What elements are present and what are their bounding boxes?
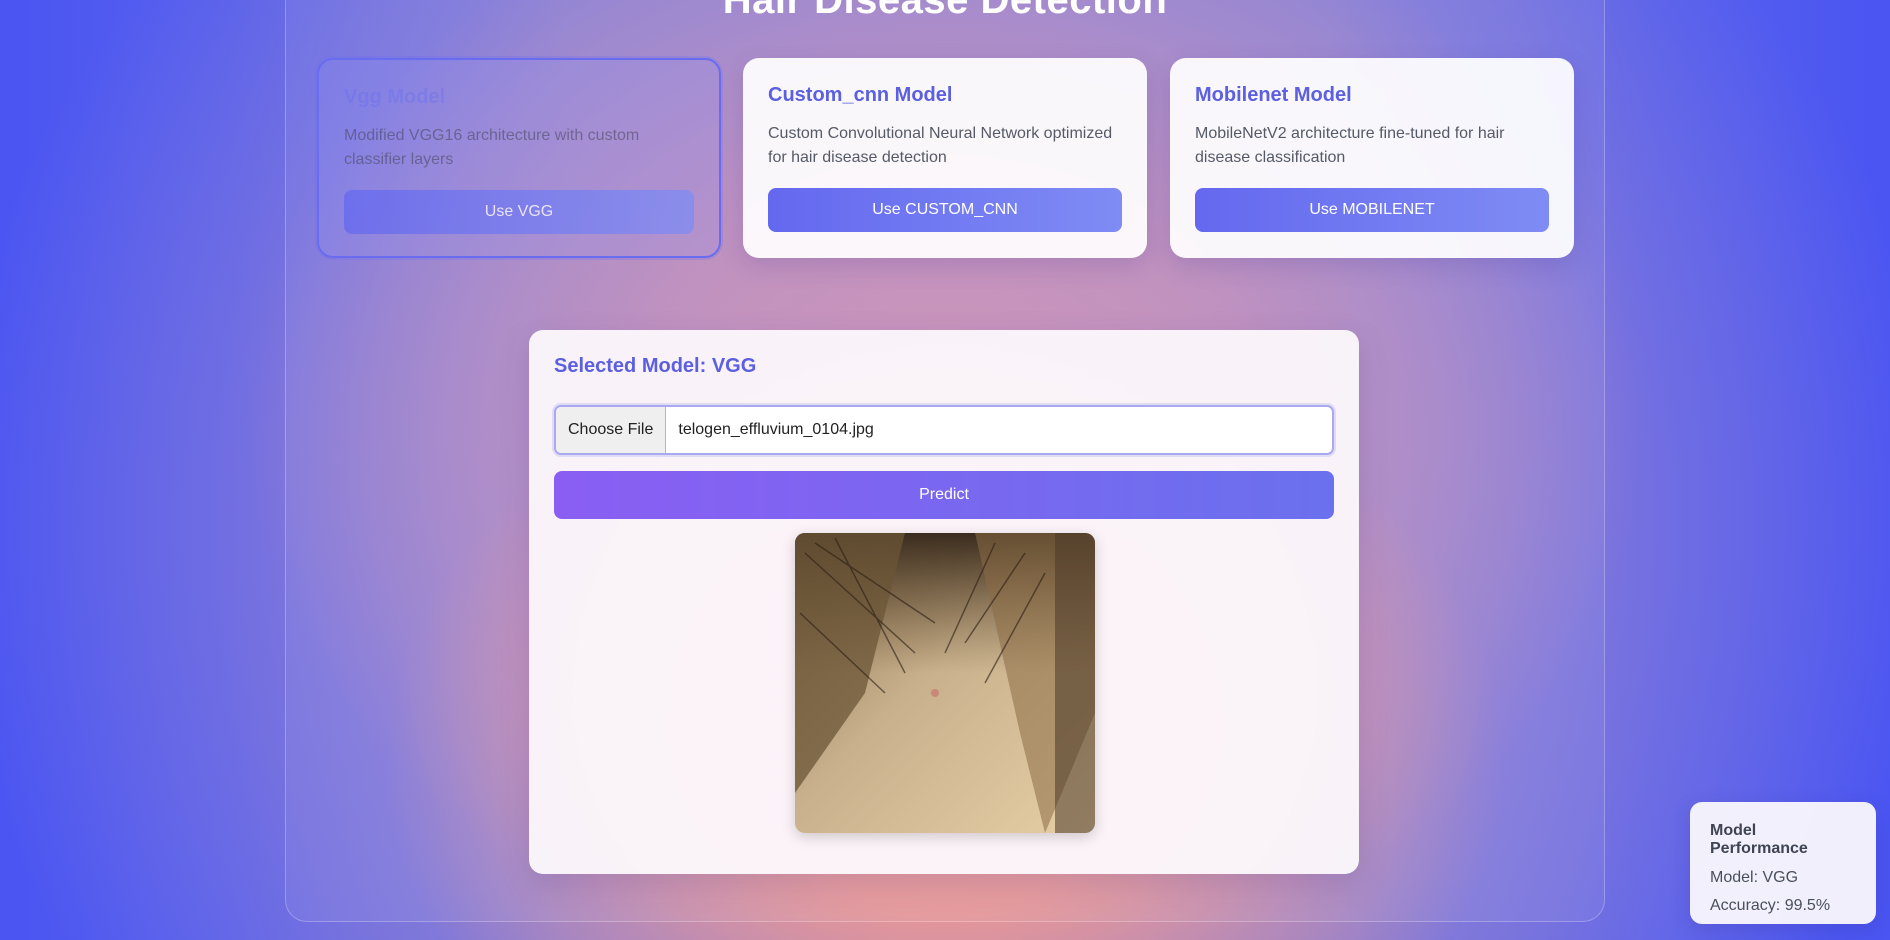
use-vgg-button[interactable]: Use VGG: [344, 190, 694, 234]
model-card-title: Mobilenet Model: [1195, 84, 1352, 106]
file-input[interactable]: Choose File telogen_effluvium_0104.jpg: [554, 405, 1334, 455]
uploaded-image-preview: [795, 533, 1095, 833]
performance-title: Model Performance: [1710, 822, 1808, 857]
use-custom-cnn-button[interactable]: Use CUSTOM_CNN: [768, 188, 1122, 232]
model-card-description: Modified VGG16 architecture with custom …: [344, 127, 640, 168]
model-card-mobilenet[interactable]: Mobilenet Model MobileNetV2 architecture…: [1170, 58, 1574, 258]
model-card-vgg[interactable]: Vgg Model Modified VGG16 architecture wi…: [317, 58, 721, 258]
model-performance-card: Model Performance Model: VGG Accuracy: 9…: [1690, 802, 1876, 924]
selected-model-heading: Selected Model: VGG: [554, 355, 757, 377]
model-card-title: Custom_cnn Model: [768, 84, 953, 106]
prediction-panel: Selected Model: VGG Choose File telogen_…: [529, 330, 1359, 874]
model-card-custom-cnn[interactable]: Custom_cnn Model Custom Convolutional Ne…: [743, 58, 1147, 258]
page-title: Hair Disease Detection: [722, 0, 1168, 22]
model-card-title: Vgg Model: [344, 86, 446, 108]
scalp-photo: [795, 533, 1095, 833]
use-mobilenet-button[interactable]: Use MOBILENET: [1195, 188, 1549, 232]
performance-accuracy: Accuracy: 99.5%: [1710, 897, 1831, 914]
choose-file-button[interactable]: Choose File: [556, 407, 667, 453]
model-card-description: Custom Convolutional Neural Network opti…: [768, 125, 1113, 166]
selected-file-name: telogen_effluvium_0104.jpg: [678, 421, 874, 438]
predict-button[interactable]: Predict: [554, 471, 1334, 519]
model-card-description: MobileNetV2 architecture fine-tuned for …: [1195, 125, 1505, 166]
performance-model: Model: VGG: [1710, 869, 1799, 886]
